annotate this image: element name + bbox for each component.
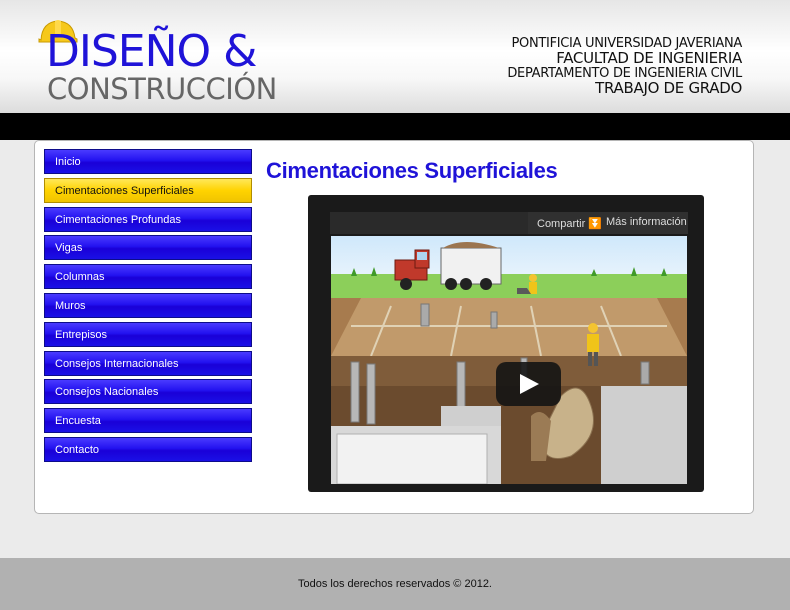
nav-item-columnas[interactable]: Columnas [44, 264, 252, 290]
share-label: Compartir [537, 218, 586, 230]
nav-item-inicio[interactable]: Inicio [44, 149, 252, 174]
page-title: Cimentaciones Superficiales [266, 158, 558, 183]
copyright-text: Todos los derechos reservados © 2012. [298, 578, 492, 590]
video-player[interactable]: Compartir ⏬ Más información [308, 195, 704, 492]
nav-item-muros[interactable]: Muros [44, 292, 252, 318]
nav-item-entrepisos[interactable]: Entrepisos [44, 321, 252, 347]
header-divider-bar [0, 113, 790, 140]
nav-item-cimentaciones-profundas[interactable]: Cimentaciones Profundas [44, 206, 252, 232]
share-button[interactable]: Compartir ⏬ [537, 217, 602, 230]
site-logo[interactable]: DISEÑO & CONSTRUCCIÓN [38, 16, 283, 106]
site-header: DISEÑO & CONSTRUCCIÓN PONTIFICIA UNIVERS… [0, 0, 790, 113]
nav-item-vigas[interactable]: Vigas [44, 235, 252, 261]
nav-item-consejos-internacionales[interactable]: Consejos Internacionales [44, 350, 252, 376]
project-type: TRABAJO DE GRADO [595, 79, 742, 97]
logo-subtitle: CONSTRUCCIÓN [47, 72, 277, 106]
more-info-button[interactable]: Más información [606, 216, 687, 228]
faculty-name: FACULTAD DE INGENIERIA [556, 49, 742, 67]
video-title-area[interactable] [330, 212, 528, 234]
logo-title: DISEÑO & [46, 26, 257, 77]
nav-item-contacto[interactable]: Contacto [44, 436, 252, 462]
sidebar-nav: Inicio Cimentaciones Superficiales Cimen… [44, 149, 252, 466]
nav-item-consejos-nacionales[interactable]: Consejos Nacionales [44, 379, 252, 405]
nav-item-cimentaciones-superficiales[interactable]: Cimentaciones Superficiales [44, 177, 252, 203]
share-icon: ⏬ [588, 218, 603, 230]
site-footer: Todos los derechos reservados © 2012. [0, 558, 790, 610]
nav-item-encuesta[interactable]: Encuesta [44, 408, 252, 434]
institution-block: PONTIFICIA UNIVERSIDAD JAVERIANA FACULTA… [507, 36, 742, 96]
video-thumbnail[interactable] [331, 236, 687, 484]
play-button[interactable] [496, 362, 561, 406]
play-icon [520, 374, 539, 394]
construction-scene-illustration [331, 236, 687, 484]
